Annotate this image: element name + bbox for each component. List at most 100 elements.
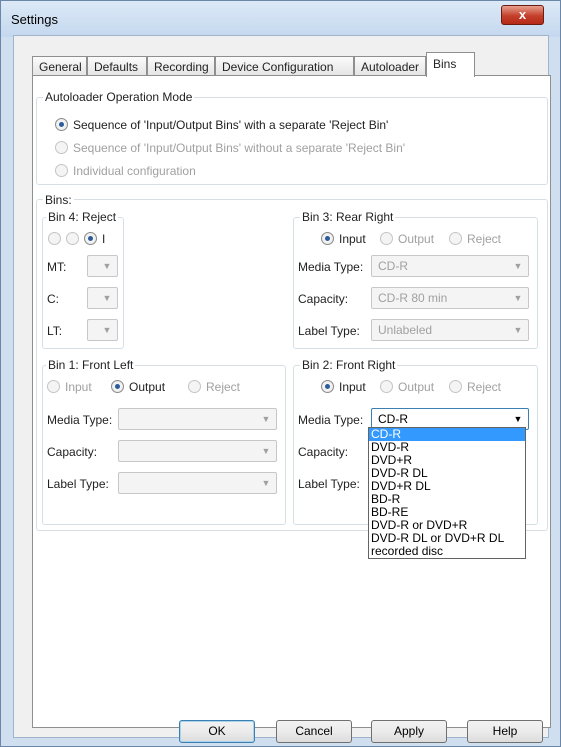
bin1-radio-output[interactable]: Output: [111, 380, 165, 394]
dialog-client: General Defaults Recording Device Config…: [13, 35, 551, 743]
bin1-label-type-label: Label Type:: [47, 477, 109, 491]
bin4-mt-label: MT:: [47, 260, 67, 274]
bin1-radio-reject[interactable]: Reject: [188, 380, 240, 394]
radio-icon: [380, 232, 393, 245]
dropdown-option[interactable]: recorded disc: [369, 545, 525, 558]
mode-option-label: Sequence of 'Input/Output Bins' without …: [73, 141, 406, 155]
bin2-radio-input-label: Input: [339, 380, 366, 394]
bin3-capacity-label: Capacity:: [298, 292, 349, 306]
chevron-down-icon: ▼: [261, 478, 271, 488]
bin4-radio-output[interactable]: [66, 232, 79, 245]
bin1-label-type-combo[interactable]: ▼: [118, 472, 277, 494]
bin2-label-type-label: Label Type:: [298, 477, 360, 491]
radio-checked-icon: [55, 118, 68, 131]
chevron-down-icon: ▼: [261, 414, 271, 424]
mode-option-label: Sequence of 'Input/Output Bins' with a s…: [73, 118, 389, 132]
bin4-group: Bin 4: Reject I MT: ▼ C: ▼ LT: ▼: [42, 210, 124, 349]
close-icon: x: [518, 7, 527, 22]
bin2-radio-output-label: Output: [398, 380, 435, 394]
chevron-down-icon: ▼: [102, 293, 112, 303]
bin4-mt-combo[interactable]: ▼: [87, 255, 118, 277]
bin4-legend: Bin 4: Reject: [46, 210, 119, 224]
bin1-capacity-label: Capacity:: [47, 445, 98, 459]
radio-icon: [55, 164, 68, 177]
radio-icon: [449, 232, 462, 245]
title-bar[interactable]: Settings x: [1, 1, 560, 37]
bin4-lt-label: LT:: [47, 324, 63, 338]
cancel-button[interactable]: Cancel: [276, 720, 352, 743]
chevron-down-icon: ▼: [102, 261, 112, 271]
help-button[interactable]: Help: [467, 720, 543, 743]
mode-option-with-reject[interactable]: Sequence of 'Input/Output Bins' with a s…: [55, 118, 388, 132]
bin3-radio-input-label: Input: [339, 232, 366, 246]
bin3-radio-input[interactable]: Input: [321, 232, 366, 246]
bin2-radio-input[interactable]: Input: [321, 380, 366, 394]
bin1-media-type-combo[interactable]: ▼: [118, 408, 277, 430]
bin1-group: Bin 1: Front Left Input Output Reject Me…: [42, 358, 286, 525]
bin4-radios: I: [48, 232, 105, 246]
bin2-media-type-value: CD-R: [376, 412, 410, 426]
bin1-media-type-label: Media Type:: [47, 413, 113, 427]
settings-window: Settings x General Defaults Recording De…: [0, 0, 561, 747]
bin4-radio-label: I: [102, 232, 106, 246]
mode-option-individual[interactable]: Individual configuration: [55, 164, 196, 178]
radio-icon: [449, 380, 462, 393]
bin2-media-type-label: Media Type:: [298, 413, 364, 427]
bin1-capacity-combo[interactable]: ▼: [118, 440, 277, 462]
bin3-label-type-label: Label Type:: [298, 324, 360, 338]
tab-device-configuration[interactable]: Device Configuration: [215, 56, 354, 76]
bin1-radio-input-label: Input: [65, 380, 92, 394]
bin3-radio-output-label: Output: [398, 232, 435, 246]
bins-legend: Bins:: [43, 193, 74, 207]
bin3-capacity-value: CD-R 80 min: [378, 291, 448, 305]
bin4-radio-input[interactable]: [48, 232, 61, 245]
radio-icon: [380, 380, 393, 393]
bin2-radio-output[interactable]: Output: [380, 380, 434, 394]
ok-button[interactable]: OK: [179, 720, 255, 743]
bin2-legend: Bin 2: Front Right: [300, 358, 398, 372]
bin4-radio-reject[interactable]: [84, 232, 97, 245]
bin2-capacity-label: Capacity:: [298, 445, 349, 459]
tab-recording[interactable]: Recording: [147, 56, 215, 76]
radio-icon: [47, 380, 60, 393]
chevron-down-icon: ▼: [513, 293, 523, 303]
chevron-down-icon: ▼: [513, 261, 523, 271]
chevron-down-icon: ▼: [102, 325, 112, 335]
bin3-media-type-value: CD-R: [378, 259, 408, 273]
bin3-media-type-label: Media Type:: [298, 260, 364, 274]
apply-button[interactable]: Apply: [371, 720, 447, 743]
mode-option-without-reject[interactable]: Sequence of 'Input/Output Bins' without …: [55, 141, 405, 155]
radio-checked-icon: [321, 380, 334, 393]
bin3-label-type-value: Unlabeled: [378, 323, 433, 337]
radio-icon: [55, 141, 68, 154]
bin1-radio-input[interactable]: Input: [47, 380, 92, 394]
chevron-down-icon: ▼: [261, 446, 271, 456]
bin4-lt-combo[interactable]: ▼: [87, 319, 118, 341]
bin1-legend: Bin 1: Front Left: [46, 358, 136, 372]
radio-checked-icon: [111, 380, 124, 393]
bins-tab-panel: Autoloader Operation Mode Sequence of 'I…: [32, 75, 551, 728]
bin3-media-type-combo[interactable]: CD-R ▼: [371, 255, 529, 277]
operation-mode-group: Autoloader Operation Mode Sequence of 'I…: [36, 90, 548, 185]
bin3-legend: Bin 3: Rear Right: [300, 210, 396, 224]
tab-bins[interactable]: Bins: [426, 52, 475, 77]
bin3-radio-output[interactable]: Output: [380, 232, 434, 246]
bin1-radio-output-label: Output: [129, 380, 166, 394]
bin3-capacity-combo[interactable]: CD-R 80 min ▼: [371, 287, 529, 309]
mode-option-label: Individual configuration: [73, 164, 196, 178]
radio-checked-icon: [321, 232, 334, 245]
media-type-dropdown-list[interactable]: CD-R DVD-R DVD+R DVD-R DL DVD+R DL BD-R …: [368, 427, 526, 559]
close-button[interactable]: x: [501, 5, 544, 25]
radio-icon: [188, 380, 201, 393]
bin1-radio-reject-label: Reject: [206, 380, 241, 394]
operation-mode-legend: Autoloader Operation Mode: [43, 90, 195, 104]
bin4-c-label: C:: [47, 292, 59, 306]
bin3-radio-reject[interactable]: Reject: [449, 232, 501, 246]
tab-defaults[interactable]: Defaults: [87, 56, 147, 76]
bin3-label-type-combo[interactable]: Unlabeled ▼: [371, 319, 529, 341]
bin4-c-combo[interactable]: ▼: [87, 287, 118, 309]
window-title: Settings: [11, 12, 58, 27]
bin2-radio-reject[interactable]: Reject: [449, 380, 501, 394]
tab-autoloader[interactable]: Autoloader: [354, 56, 426, 76]
tab-general[interactable]: General: [32, 56, 87, 76]
